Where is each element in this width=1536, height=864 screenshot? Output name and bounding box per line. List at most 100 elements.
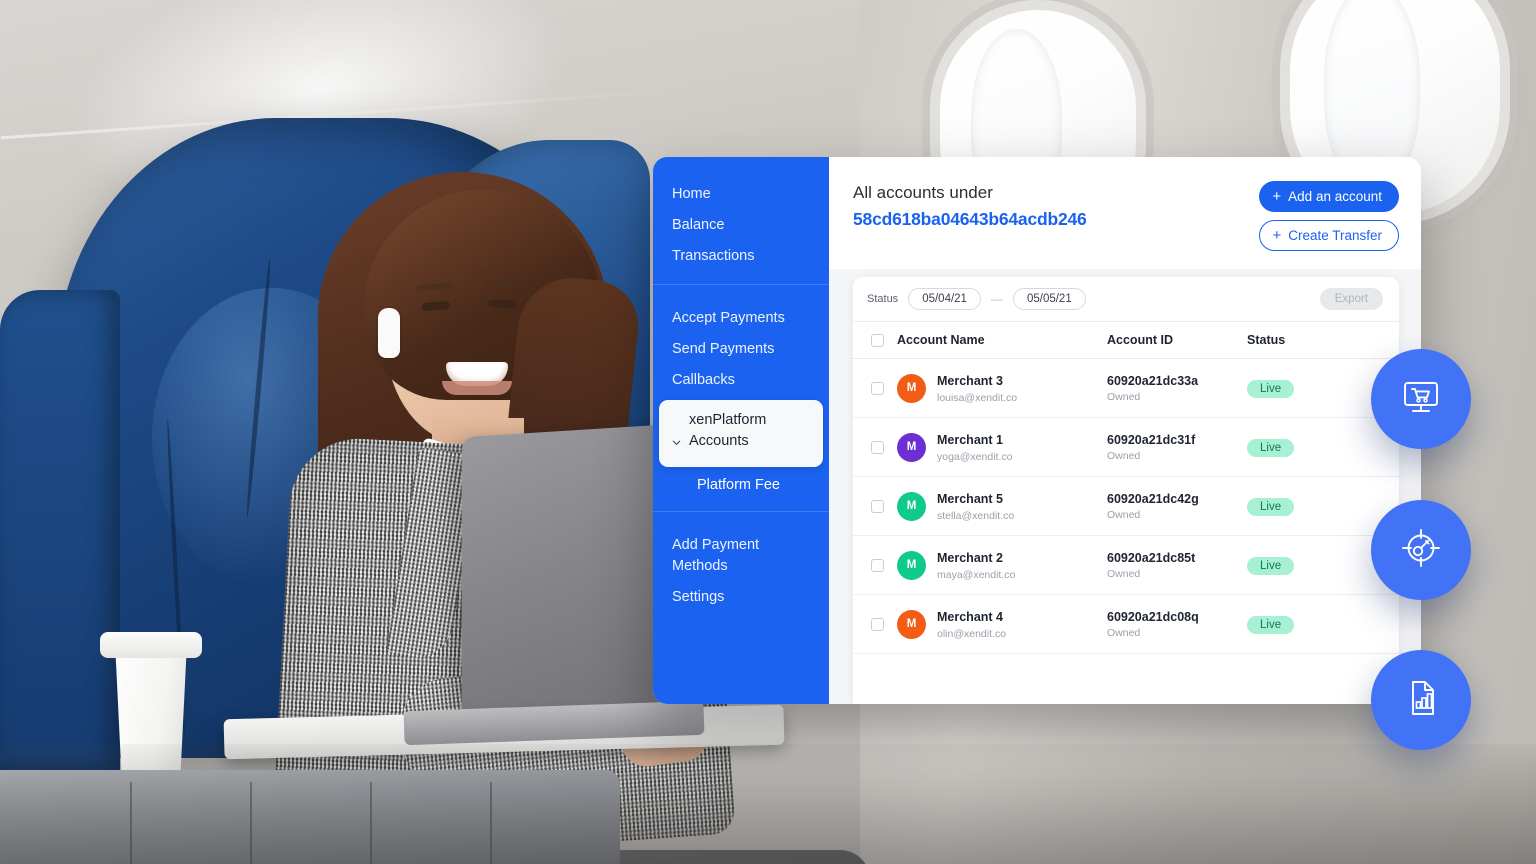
sidebar: Home Balance Transactions Accept Payment…: [653, 157, 829, 704]
bubble-ecommerce[interactable]: [1371, 349, 1471, 449]
account-name-cell: M Merchant 4 olin@xendit.co: [897, 595, 1107, 654]
account-name: Merchant 4: [937, 610, 1003, 624]
column-account-name[interactable]: Account Name: [897, 322, 1107, 359]
sidebar-group-settings: Add Payment Methods Settings: [653, 511, 829, 625]
sidebar-item-send-payments[interactable]: Send Payments: [653, 334, 829, 365]
account-id: 60920a21dc08q: [1107, 609, 1199, 624]
sidebar-item-home[interactable]: Home: [653, 179, 829, 210]
bubble-security[interactable]: [1371, 500, 1471, 600]
add-account-button[interactable]: + Add an account: [1259, 181, 1399, 212]
add-account-label: Add an account: [1288, 189, 1382, 204]
select-all-cell: [853, 322, 897, 359]
dashboard-panel: Home Balance Transactions Accept Payment…: [653, 157, 1421, 704]
plus-icon: +: [1272, 227, 1282, 244]
row-checkbox[interactable]: [871, 617, 884, 631]
table-row[interactable]: M Merchant 5 stella@xendit.co 60920a21dc42g…: [853, 477, 1399, 536]
page-title-block: All accounts under 58cd618ba04643b64acdb…: [853, 181, 1087, 230]
account-name: Merchant 5: [937, 492, 1003, 506]
table-header: Account Name Account ID Status: [853, 322, 1399, 359]
date-from-filter[interactable]: 05/04/21: [908, 288, 981, 310]
sidebar-item-settings[interactable]: Settings: [653, 582, 829, 613]
account-name-cell: M Merchant 5 stella@xendit.co: [897, 477, 1107, 536]
table-row[interactable]: M Merchant 3 louisa@xendit.co 60920a21dc33a…: [853, 359, 1399, 418]
status-filter-label: Status: [867, 293, 899, 305]
header-actions: + Add an account + Create Transfer: [1259, 181, 1399, 251]
sidebar-item-accept-payments[interactable]: Accept Payments: [653, 303, 829, 334]
status-badge: Live: [1247, 497, 1295, 516]
table-header-row: Account Name Account ID Status: [853, 322, 1399, 359]
page-title: All accounts under: [853, 183, 993, 202]
table-row[interactable]: M Merchant 4 olin@xendit.co 60920a21dc08q Ow…: [853, 595, 1399, 654]
account-id-cell: 60920a21dc85t Owned: [1107, 536, 1247, 595]
account-ownership: Owned: [1107, 626, 1141, 639]
row-select-cell: [853, 359, 897, 418]
sidebar-item-balance[interactable]: Balance: [653, 210, 829, 241]
account-ownership: Owned: [1107, 567, 1141, 580]
create-transfer-label: Create Transfer: [1288, 228, 1382, 243]
export-button[interactable]: Export: [1319, 288, 1383, 310]
account-id: 60920a21dc31f: [1107, 432, 1196, 447]
status-cell: Live: [1247, 595, 1399, 654]
account-name-cell: M Merchant 1 yoga@xendit.co: [897, 418, 1107, 477]
account-id-heading: 58cd618ba04643b64acdb246: [853, 208, 1087, 229]
account-id-cell: 60920a21dc42g Owned: [1107, 477, 1247, 536]
column-status[interactable]: Status: [1247, 322, 1399, 359]
account-id-cell: 60920a21dc08q Owned: [1107, 595, 1247, 654]
account-email: yoga@xendit.co: [937, 451, 1013, 463]
earbud-icon: [378, 308, 400, 358]
avatar: M: [897, 550, 926, 580]
account-ownership: Owned: [1107, 508, 1141, 521]
account-id-cell: 60920a21dc33a Owned: [1107, 359, 1247, 418]
row-checkbox[interactable]: [871, 499, 884, 513]
account-email: louisa@xendit.co: [937, 392, 1018, 404]
status-cell: Live: [1247, 418, 1399, 477]
sidebar-item-transactions[interactable]: Transactions: [653, 241, 829, 272]
sidebar-item-platform-fee[interactable]: Platform Fee: [653, 471, 829, 499]
plus-icon: +: [1272, 188, 1282, 205]
status-badge: Live: [1247, 438, 1295, 457]
ecommerce-monitor-cart-icon: [1397, 373, 1445, 426]
row-checkbox[interactable]: [871, 440, 884, 454]
account-id: 60920a21dc42g: [1107, 491, 1199, 506]
sidebar-group-primary: Home Balance Transactions: [653, 179, 829, 284]
status-badge: Live: [1247, 556, 1295, 575]
avatar: M: [897, 373, 926, 403]
cabin-floor: [0, 744, 1536, 864]
account-name: Merchant 2: [937, 551, 1003, 565]
create-transfer-button[interactable]: + Create Transfer: [1259, 220, 1399, 251]
account-id: 60920a21dc85t: [1107, 550, 1196, 565]
table-body: M Merchant 3 louisa@xendit.co 60920a21dc33a…: [853, 359, 1399, 654]
avatar: M: [897, 432, 926, 462]
sidebar-item-xenplatform-accounts[interactable]: xenPlatform Accounts: [659, 400, 823, 468]
seat-side-panel: [0, 290, 120, 770]
date-to-filter[interactable]: 05/05/21: [1012, 288, 1086, 310]
coffee-cup-lid: [100, 632, 202, 658]
row-checkbox[interactable]: [871, 381, 884, 395]
status-badge: Live: [1247, 379, 1295, 398]
account-id-cell: 60920a21dc31f Owned: [1107, 418, 1247, 477]
sidebar-item-callbacks[interactable]: Callbacks: [653, 365, 829, 396]
filter-bar: Status 05/04/21 — 05/05/21 Export: [853, 277, 1399, 322]
table-row[interactable]: M Merchant 1 yoga@xendit.co 60920a21dc31f Ow…: [853, 418, 1399, 477]
account-email: olin@xendit.co: [937, 628, 1007, 640]
column-account-id[interactable]: Account ID: [1107, 322, 1247, 359]
sidebar-item-add-payment-methods[interactable]: Add Payment Methods: [653, 530, 829, 582]
date-range-separator: —: [990, 292, 1003, 306]
row-select-cell: [853, 536, 897, 595]
bubble-reports[interactable]: [1371, 650, 1471, 750]
row-checkbox[interactable]: [871, 558, 884, 572]
page-header: All accounts under 58cd618ba04643b64acdb…: [829, 157, 1421, 269]
account-name: Merchant 3: [937, 374, 1003, 388]
row-select-cell: [853, 477, 897, 536]
row-select-cell: [853, 418, 897, 477]
main-content: All accounts under 58cd618ba04643b64acdb…: [829, 157, 1421, 704]
account-email: stella@xendit.co: [937, 510, 1015, 522]
account-name-cell: M Merchant 3 louisa@xendit.co: [897, 359, 1107, 418]
account-email: maya@xendit.co: [937, 569, 1016, 581]
status-badge: Live: [1247, 615, 1295, 634]
account-name-cell: M Merchant 2 maya@xendit.co: [897, 536, 1107, 595]
select-all-checkbox[interactable]: [871, 333, 884, 347]
table-row[interactable]: M Merchant 2 maya@xendit.co 60920a21dc85t Ow…: [853, 536, 1399, 595]
avatar: M: [897, 609, 926, 639]
account-ownership: Owned: [1107, 449, 1141, 462]
